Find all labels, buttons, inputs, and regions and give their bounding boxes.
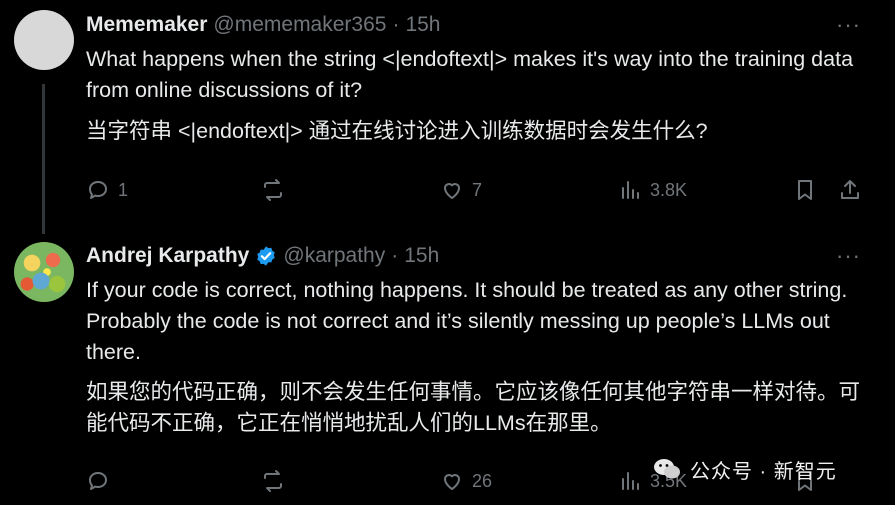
bookmark-button[interactable] [793, 175, 817, 205]
views-button[interactable]: 3.8K [618, 175, 687, 205]
reply-icon [89, 181, 107, 199]
separator-dot: · [392, 13, 400, 36]
avatar[interactable] [14, 10, 74, 70]
more-options-icon[interactable]: ··· [836, 12, 861, 38]
tweet-header: Mememaker @mememaker365 · 15h [86, 12, 441, 38]
watermark-text: 公众号 · 新智元 [690, 460, 837, 483]
bookmark-icon [798, 180, 812, 200]
tweet-header: Andrej Karpathy @karpathy · 15h [86, 243, 439, 269]
like-button[interactable]: 26 [440, 466, 492, 496]
tweet-text-chinese: 当字符串 <|endoftext|> 通过在线讨论进入训练数据时会发生什么? [86, 119, 708, 143]
author-handle[interactable]: @mememaker365 [213, 13, 386, 37]
bar-chart-icon [622, 472, 639, 490]
watermark: 公众号 · 新智元 [652, 454, 837, 484]
heart-icon [444, 183, 460, 199]
repost-icon [264, 179, 282, 201]
tweet-mememaker[interactable]: Mememaker @mememaker365 · 15h ··· What h… [0, 0, 895, 235]
author-name[interactable]: Andrej Karpathy [86, 244, 249, 268]
repost-button[interactable] [261, 175, 293, 205]
tweet-text-english: If your code is correct, nothing happens… [86, 278, 848, 364]
separator-dot: · [391, 244, 399, 267]
reply-button[interactable]: 1 [86, 175, 128, 205]
author-handle[interactable]: @karpathy [283, 244, 385, 268]
avatar[interactable] [14, 242, 74, 302]
more-options-icon[interactable]: ··· [836, 243, 861, 269]
tweet-text-chinese: 如果您的代码正确，则不会发生任何事情。它应该像任何其他字符串一样对待。可能代码不… [86, 380, 861, 435]
thread-connector-line [42, 84, 45, 234]
like-count: 26 [472, 470, 493, 491]
verified-badge-icon [257, 246, 276, 266]
bar-chart-icon [622, 181, 639, 199]
heart-icon [444, 474, 460, 490]
share-button[interactable] [838, 175, 862, 205]
author-name[interactable]: Mememaker [86, 13, 207, 37]
view-count: 3.8K [650, 179, 688, 200]
like-button[interactable]: 7 [440, 175, 482, 205]
repost-icon [264, 470, 282, 492]
reply-button[interactable] [86, 466, 118, 496]
tweet-actions: 1 7 3.8K [86, 175, 866, 205]
like-count: 7 [472, 179, 483, 200]
timestamp[interactable]: 15h [404, 244, 439, 268]
share-icon [841, 180, 859, 199]
tweet-text-english: What happens when the string <|endoftext… [86, 47, 854, 102]
reply-icon [89, 472, 107, 490]
reply-count: 1 [118, 179, 129, 200]
timestamp[interactable]: 15h [405, 13, 440, 37]
wechat-icon [654, 459, 680, 479]
repost-button[interactable] [261, 466, 293, 496]
